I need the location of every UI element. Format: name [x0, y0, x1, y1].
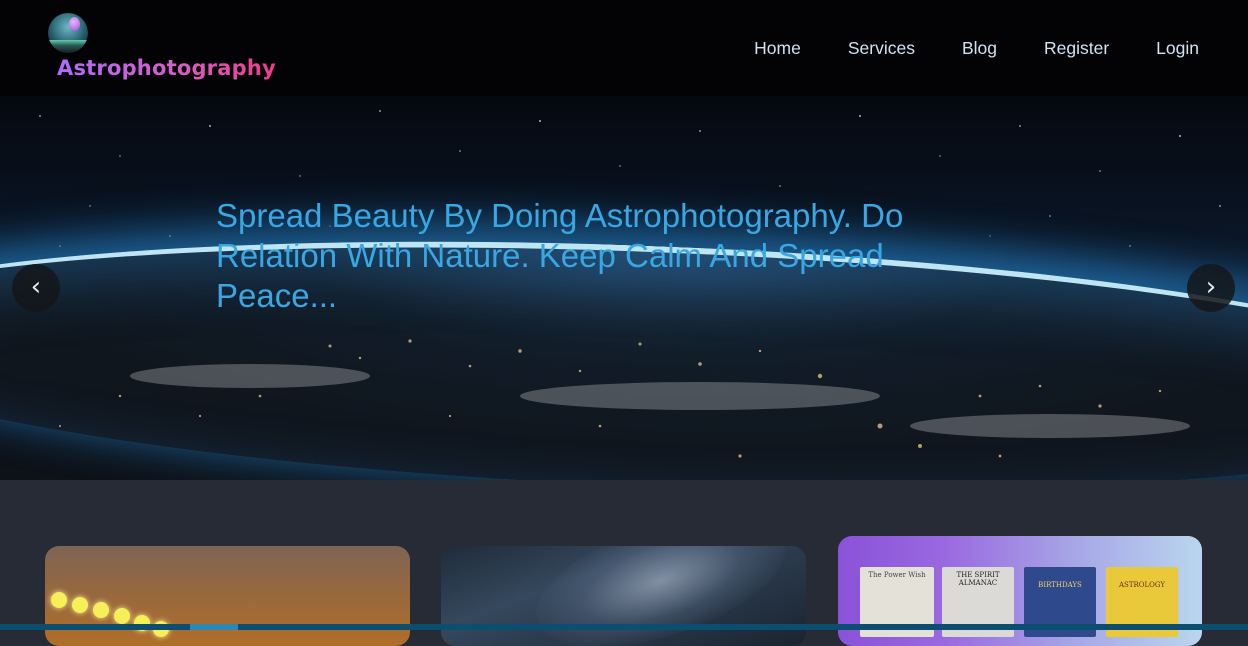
logo-moon	[69, 17, 80, 31]
service-card-1[interactable]	[45, 546, 410, 646]
chevron-left-icon: ‹	[30, 272, 42, 302]
hero-caption: Spread Beauty By Doing Astrophotography.…	[216, 197, 904, 314]
book-title: BIRTHDAYS	[1038, 581, 1082, 589]
milky-way-image	[520, 546, 802, 646]
chevron-right-icon: ›	[1205, 272, 1217, 302]
moon-phase-dot	[114, 608, 130, 624]
bottom-edge-strip	[0, 624, 1248, 630]
logo-horizon	[48, 40, 88, 53]
brand-name[interactable]: Astrophotography	[57, 56, 276, 80]
nav-blog-link[interactable]: Blog	[962, 38, 997, 59]
book-title: ASTROLOGY	[1118, 581, 1165, 589]
nav-home-link[interactable]: Home	[754, 38, 801, 59]
nav-services-link[interactable]: Services	[848, 38, 915, 59]
bottom-edge-segment	[190, 624, 238, 630]
moon-phase-dot	[51, 592, 67, 608]
book-title: THE SPIRIT ALMANAC	[956, 571, 1000, 587]
nav-login-link[interactable]: Login	[1156, 38, 1199, 59]
service-card-2[interactable]	[441, 546, 806, 646]
planet-logo-icon[interactable]	[48, 13, 88, 53]
moon-phase-dot	[93, 602, 109, 618]
nav-links: Home Services Blog Register Login	[707, 38, 1199, 59]
nav-register-link[interactable]: Register	[1044, 38, 1109, 59]
hero-carousel: Spread Beauty By Doing Astrophotography.…	[0, 96, 1248, 480]
moon-phase-dot	[72, 597, 88, 613]
top-navbar: Astrophotography Home Services Blog Regi…	[0, 0, 1248, 96]
carousel-next-button[interactable]: ›	[1187, 264, 1235, 312]
book-title: The Power Wish	[868, 571, 926, 579]
carousel-prev-button[interactable]: ‹	[12, 264, 60, 312]
